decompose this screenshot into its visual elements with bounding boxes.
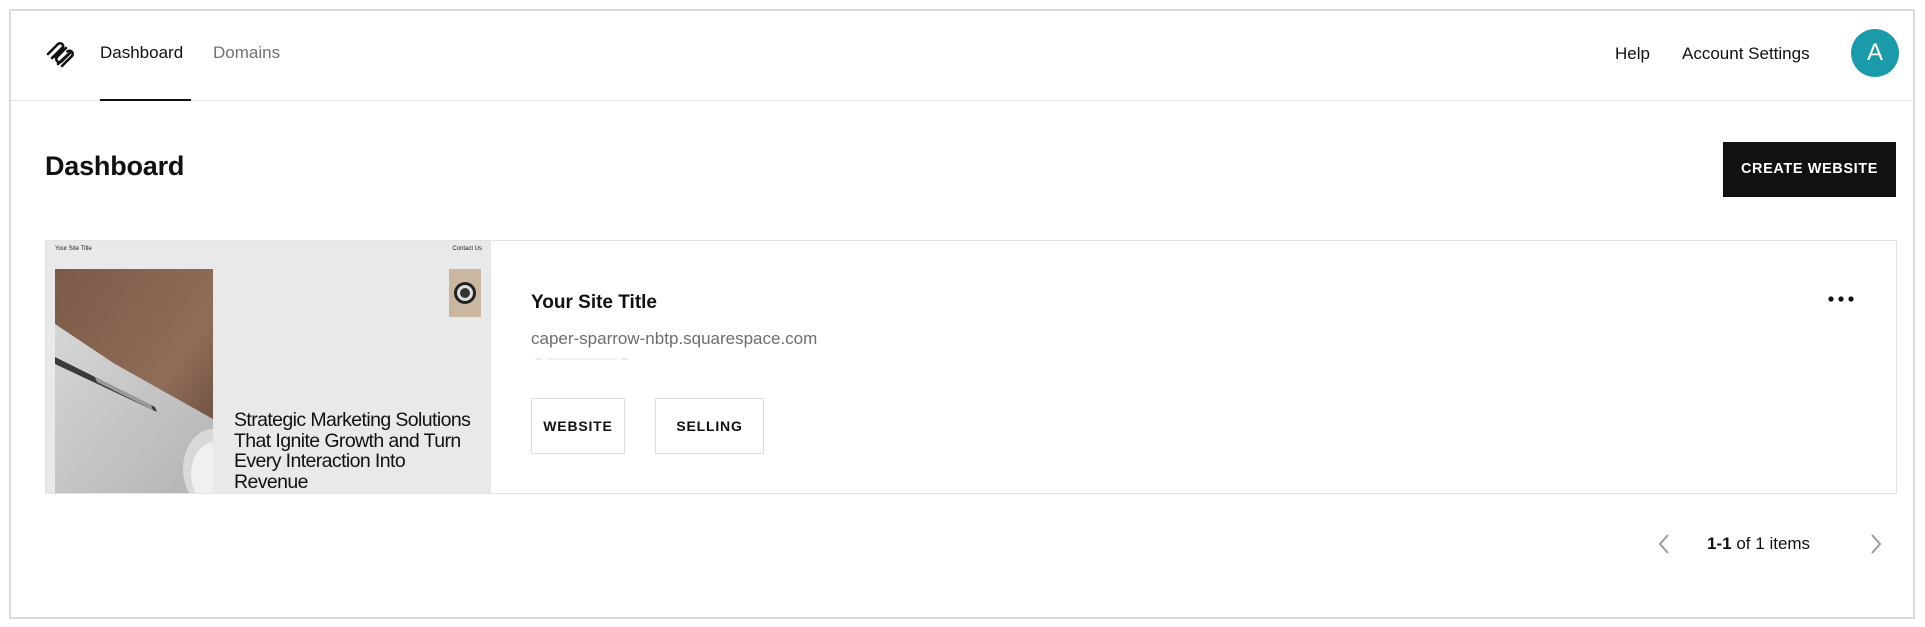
pagination-of: of [1736, 534, 1751, 553]
help-link[interactable]: Help [1615, 43, 1650, 65]
pagination-range: 1-1 [1707, 534, 1732, 553]
site-url[interactable]: caper-sparrow-nbtp.squarespace.com [531, 329, 817, 349]
account-settings-link[interactable]: Account Settings [1682, 43, 1810, 65]
squarespace-logo-icon[interactable] [44, 39, 76, 71]
thumbnail-desk-photo [55, 269, 213, 493]
thumbnail-headline: Strategic Marketing Solutions That Ignit… [234, 409, 471, 493]
top-navigation: Dashboard Domains Help Account Settings … [11, 11, 1913, 101]
tab-domains[interactable]: Domains [213, 42, 280, 64]
pagination-total: 1 [1755, 534, 1765, 553]
page-title: Dashboard [45, 151, 185, 181]
site-card[interactable]: Your Site Title Contact Us Strategic Mar… [45, 240, 1897, 494]
active-tab-indicator [100, 99, 191, 101]
app-frame: Dashboard Domains Help Account Settings … [9, 9, 1915, 619]
chevron-left-icon[interactable] [1655, 532, 1673, 556]
pagination-summary: 1-1 of 1 items [1707, 534, 1810, 554]
create-website-button[interactable]: CREATE WEBSITE [1723, 142, 1896, 197]
selling-button[interactable]: SELLING [655, 398, 764, 454]
ellipsis-icon[interactable] [1824, 289, 1858, 309]
faint-divider-marks [535, 358, 628, 360]
thumbnail-sphere-photo [449, 269, 481, 317]
website-button[interactable]: WEBSITE [531, 398, 625, 454]
site-title[interactable]: Your Site Title [531, 292, 657, 314]
thumbnail-contact-link: Contact Us [452, 246, 482, 252]
site-thumbnail[interactable]: Your Site Title Contact Us Strategic Mar… [46, 241, 491, 493]
user-avatar[interactable]: A [1851, 29, 1899, 77]
thumbnail-site-title: Your Site Title [55, 246, 92, 252]
pagination-items: items [1769, 534, 1811, 553]
tab-dashboard[interactable]: Dashboard [100, 42, 183, 64]
chevron-right-icon[interactable] [1867, 532, 1885, 556]
